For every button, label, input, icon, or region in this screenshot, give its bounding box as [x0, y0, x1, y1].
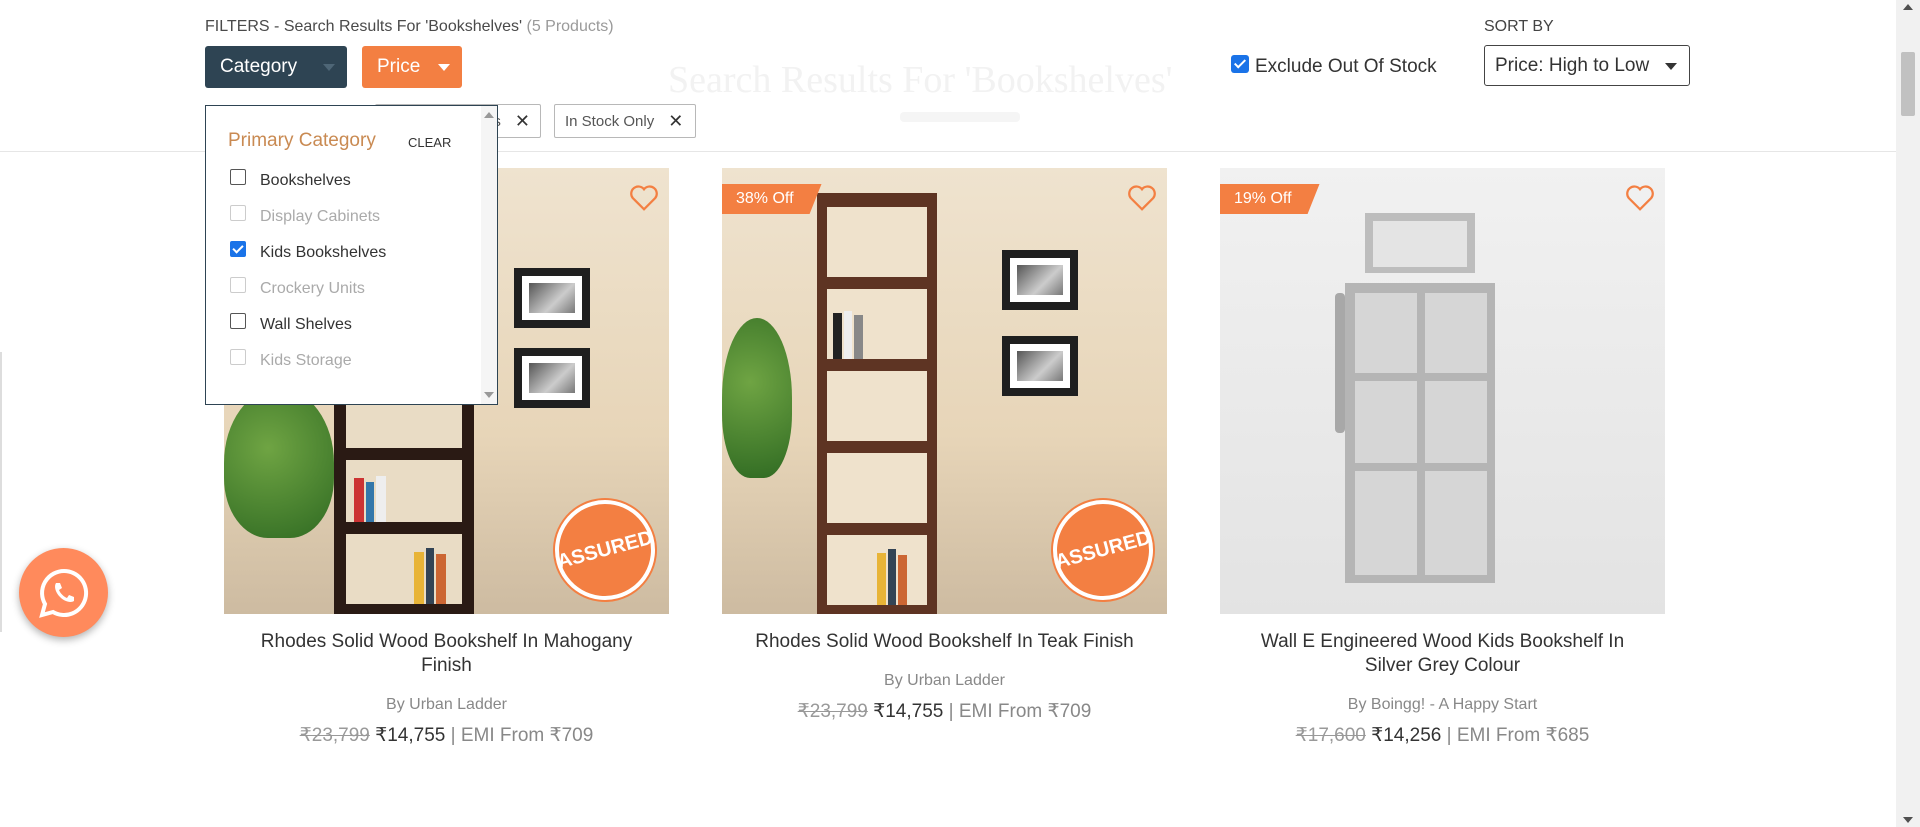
product-card[interactable]: 38% Off ASSURED Rhodes Solid Wood Booksh… [722, 168, 1167, 723]
ghost-subtitle [900, 112, 1020, 122]
product-card[interactable]: 19% Off Wall E Engineered Wood Kids Book… [1220, 168, 1665, 747]
wall-photo [514, 348, 590, 408]
category-option-kids-bookshelves[interactable]: Kids Bookshelves [230, 241, 387, 262]
category-option-label: Display Cabinets [260, 208, 381, 225]
category-filter-button[interactable]: Category [205, 46, 347, 88]
sort-value: Price: High to Low [1495, 54, 1650, 76]
assured-badge: ASSURED [543, 488, 667, 612]
page: Search Results For 'Bookshelves' FILTERS… [0, 0, 1920, 827]
product-emi: | EMI From ₹709 [450, 725, 594, 746]
product-image[interactable]: 38% Off ASSURED [722, 168, 1167, 614]
dropdown-scrollbar[interactable] [481, 106, 497, 404]
category-option-label: Bookshelves [260, 172, 351, 189]
category-option-label: Kids Bookshelves [260, 244, 387, 261]
bookshelf-graphic [817, 193, 937, 614]
close-icon[interactable]: ✕ [668, 111, 683, 132]
bookshelf-graphic [1335, 213, 1495, 583]
product-price: ₹17,600 ₹14,256 | EMI From ₹685 [1220, 724, 1665, 747]
discount-badge: 19% Off [1220, 184, 1320, 214]
scroll-down-icon[interactable] [1903, 817, 1913, 823]
category-checkbox[interactable] [230, 241, 246, 257]
heart-icon[interactable] [629, 184, 659, 212]
category-option-kids-storage: Kids Storage [230, 349, 352, 370]
ghost-page-title: Search Results For 'Bookshelves' [668, 59, 1173, 101]
category-option-label: Kids Storage [260, 352, 352, 369]
category-option-label: Wall Shelves [260, 316, 352, 333]
plant [722, 318, 792, 478]
price-filter-label: Price [377, 56, 421, 77]
page-scrollbar[interactable] [1896, 0, 1920, 827]
scroll-up-icon[interactable] [1903, 4, 1913, 10]
filter-chip-in-stock[interactable]: In Stock Only ✕ [554, 104, 696, 138]
category-dropdown[interactable]: Primary Category CLEAR Bookshelves Displ… [205, 105, 498, 405]
exclude-out-of-stock-checkbox[interactable] [1231, 55, 1249, 73]
category-option-label: Crockery Units [260, 280, 365, 297]
filter-chip-label: In Stock Only [565, 112, 655, 130]
category-checkbox[interactable] [230, 313, 246, 329]
dropdown-heading: Primary Category [228, 130, 376, 151]
product-old-price: ₹23,799 [797, 701, 868, 722]
filters-heading: FILTERS - Search Results For 'Bookshelve… [205, 18, 614, 36]
scrollbar-thumb[interactable] [1901, 52, 1915, 116]
plant [224, 388, 334, 538]
clear-button[interactable]: CLEAR [408, 135, 451, 150]
heart-icon[interactable] [1127, 184, 1157, 212]
chevron-down-icon [1665, 63, 1677, 70]
exclude-out-of-stock[interactable]: Exclude Out Of Stock [1231, 55, 1437, 78]
category-checkbox[interactable] [230, 169, 246, 185]
category-option-bookshelves[interactable]: Bookshelves [230, 169, 351, 190]
category-option-wall-shelves[interactable]: Wall Shelves [230, 313, 352, 334]
whatsapp-button[interactable] [19, 548, 108, 637]
category-option-display-cabinets: Display Cabinets [230, 205, 381, 226]
product-current-price: ₹14,755 [873, 701, 944, 722]
price-filter-button[interactable]: Price [362, 46, 462, 88]
product-old-price: ₹23,799 [299, 725, 370, 746]
product-count: (5 Products) [526, 18, 614, 35]
product-title[interactable]: Wall E Engineered Wood Kids Bookshelf In… [1220, 630, 1665, 678]
product-title[interactable]: Rhodes Solid Wood Bookshelf In Teak Fini… [722, 630, 1167, 654]
scroll-up-icon[interactable] [484, 112, 494, 118]
chevron-down-icon [438, 64, 450, 71]
wall-photo [1002, 336, 1078, 396]
product-brand: By Urban Ladder [884, 672, 1005, 689]
product-title[interactable]: Rhodes Solid Wood Bookshelf In Mahogany … [224, 630, 669, 678]
category-option-crockery-units: Crockery Units [230, 277, 365, 298]
whatsapp-icon [38, 568, 88, 618]
heart-icon[interactable] [1625, 184, 1655, 212]
category-filter-label: Category [220, 56, 298, 77]
category-checkbox [230, 349, 246, 365]
product-price: ₹23,799 ₹14,755 | EMI From ₹709 [722, 700, 1167, 723]
discount-badge: 38% Off [722, 184, 822, 214]
product-emi: | EMI From ₹685 [1446, 725, 1590, 746]
product-brand: By Urban Ladder [386, 696, 507, 713]
scroll-down-icon[interactable] [484, 392, 494, 398]
exclude-out-of-stock-label: Exclude Out Of Stock [1255, 56, 1437, 77]
product-brand: By Boingg! - A Happy Start [1347, 696, 1538, 713]
category-checkbox [230, 205, 246, 221]
sort-label: SORT BY [1484, 18, 1554, 35]
left-edge-panel [0, 352, 2, 632]
filters-label: FILTERS - Search Results For 'Bookshelve… [205, 18, 523, 35]
product-image[interactable]: 19% Off [1220, 168, 1665, 614]
chevron-down-icon [323, 64, 335, 71]
wall-photo [514, 268, 590, 328]
assured-badge: ASSURED [1041, 488, 1165, 612]
product-price: ₹23,799 ₹14,755 | EMI From ₹709 [224, 724, 669, 747]
product-current-price: ₹14,755 [375, 725, 446, 746]
category-checkbox [230, 277, 246, 293]
product-current-price: ₹14,256 [1371, 725, 1442, 746]
wall-photo [1002, 250, 1078, 310]
close-icon[interactable]: ✕ [515, 111, 530, 132]
product-emi: | EMI From ₹709 [948, 701, 1092, 722]
product-old-price: ₹17,600 [1295, 725, 1366, 746]
sort-select[interactable]: Price: High to Low [1484, 45, 1690, 86]
